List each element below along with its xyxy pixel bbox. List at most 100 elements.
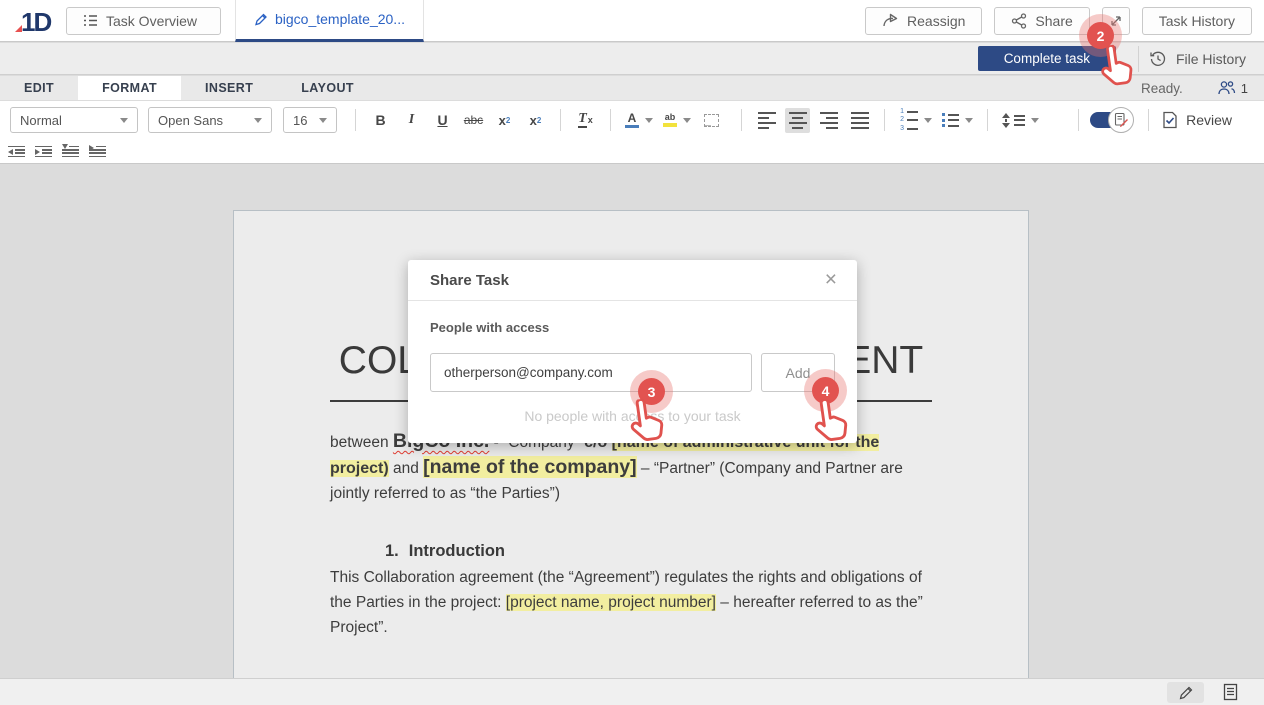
increase-indent-button[interactable] bbox=[35, 145, 54, 159]
align-left-button[interactable] bbox=[754, 108, 779, 133]
divider bbox=[1138, 46, 1139, 72]
align-center-icon bbox=[789, 112, 807, 129]
highlight-icon: ab bbox=[663, 113, 677, 127]
share-nodes-icon bbox=[1011, 13, 1027, 29]
align-right-icon bbox=[820, 112, 838, 129]
font-size-select[interactable]: 16 bbox=[283, 107, 337, 133]
document-tab-label: bigco_template_20... bbox=[275, 11, 405, 27]
action-bar: Complete task File History bbox=[0, 43, 1264, 75]
chevron-down-icon bbox=[924, 118, 932, 123]
task-overview-label: Task Overview bbox=[106, 13, 197, 29]
close-icon[interactable]: × bbox=[825, 270, 837, 290]
tab-insert[interactable]: INSERT bbox=[181, 76, 277, 100]
add-button[interactable]: Add bbox=[761, 353, 835, 392]
review-label: Review bbox=[1186, 112, 1232, 128]
subscript-button[interactable]: x2 bbox=[523, 108, 548, 133]
chevron-down-icon bbox=[319, 118, 327, 123]
task-overview-button[interactable]: Task Overview bbox=[66, 7, 221, 35]
superscript-exp: 2 bbox=[506, 116, 510, 125]
paragraph-style-select[interactable]: Normal bbox=[10, 107, 138, 133]
user-count: 1 bbox=[1217, 80, 1248, 96]
align-center-button[interactable] bbox=[785, 108, 810, 133]
review-button[interactable]: Review bbox=[1162, 111, 1232, 129]
underline-button[interactable]: U bbox=[430, 108, 455, 133]
history-clock-icon bbox=[1149, 50, 1167, 68]
font-size-value: 16 bbox=[293, 113, 307, 128]
first-line-indent-button[interactable] bbox=[89, 145, 108, 159]
align-left-icon bbox=[758, 112, 776, 129]
subscript-idx: 2 bbox=[537, 116, 541, 125]
svg-text:1D: 1D bbox=[21, 7, 51, 37]
share-email-input[interactable] bbox=[430, 353, 752, 392]
pencil-icon bbox=[1178, 685, 1194, 701]
bold-button[interactable]: B bbox=[368, 108, 393, 133]
text-segment: [project name, project number] bbox=[506, 594, 716, 611]
empty-access-message: No people with access to your task bbox=[408, 408, 857, 424]
file-history-label: File History bbox=[1176, 51, 1246, 67]
task-list-icon bbox=[83, 14, 98, 27]
font-color-button[interactable]: A bbox=[623, 108, 655, 133]
justify-icon bbox=[851, 112, 869, 129]
chevron-down-icon bbox=[645, 118, 653, 123]
subscript-base: x bbox=[530, 113, 537, 128]
chevron-down-icon bbox=[1031, 118, 1039, 123]
share-label: Share bbox=[1035, 13, 1072, 29]
edit-document-icon bbox=[1108, 107, 1134, 133]
clear-formatting-t: T bbox=[578, 112, 587, 128]
chevron-down-icon bbox=[683, 118, 691, 123]
numbered-list-button[interactable]: 1 2 3 bbox=[897, 108, 934, 133]
complete-task-button[interactable]: Complete task bbox=[978, 46, 1116, 71]
status-text: Ready. bbox=[1141, 81, 1183, 96]
section-heading: 1.Introduction bbox=[330, 542, 932, 561]
file-history-button[interactable]: File History bbox=[1149, 50, 1246, 68]
formatting-toolbar: Normal Open Sans 16 B I U abc x2 x2 T x bbox=[0, 101, 1264, 164]
superscript-base: x bbox=[499, 113, 506, 128]
clear-formatting-x: x bbox=[588, 115, 593, 125]
task-history-label: Task History bbox=[1159, 13, 1235, 29]
track-changes-toggle[interactable] bbox=[1090, 112, 1126, 128]
edit-mode-button[interactable] bbox=[1167, 682, 1204, 703]
heading-text: Introduction bbox=[409, 542, 505, 560]
top-bar: 1D Task Overview bigco_template_20... bbox=[0, 0, 1264, 42]
pencil-icon bbox=[254, 12, 268, 26]
collapse-button[interactable] bbox=[1102, 7, 1130, 35]
hanging-indent-button[interactable] bbox=[62, 145, 81, 159]
strikethrough-button[interactable]: abc bbox=[461, 108, 486, 133]
reassign-button[interactable]: Reassign bbox=[865, 7, 982, 35]
users-icon bbox=[1217, 80, 1236, 96]
font-family-select[interactable]: Open Sans bbox=[148, 107, 272, 133]
document-tab[interactable]: bigco_template_20... bbox=[235, 0, 424, 42]
highlight-color-button[interactable]: ab bbox=[661, 108, 693, 133]
status-bar bbox=[0, 678, 1264, 705]
line-spacing-button[interactable] bbox=[1000, 108, 1041, 133]
reassign-label: Reassign bbox=[907, 13, 965, 29]
superscript-button[interactable]: x2 bbox=[492, 108, 517, 133]
chevron-down-icon bbox=[965, 118, 973, 123]
share-button[interactable]: Share bbox=[994, 7, 1089, 35]
tab-layout[interactable]: LAYOUT bbox=[277, 76, 378, 100]
italic-button[interactable]: I bbox=[399, 108, 424, 133]
numbered-list-icon: 1 2 3 bbox=[899, 109, 918, 132]
task-history-button[interactable]: Task History bbox=[1142, 7, 1252, 35]
line-spacing-icon bbox=[1002, 113, 1025, 128]
ribbon-tab-strip: EDIT FORMAT INSERT LAYOUT Ready. 1 bbox=[0, 76, 1264, 101]
justify-button[interactable] bbox=[847, 108, 872, 133]
text-segment: between bbox=[330, 434, 393, 451]
app-logo: 1D bbox=[12, 5, 52, 37]
bullet-list-button[interactable] bbox=[940, 108, 975, 133]
reassign-arrow-icon bbox=[882, 13, 899, 28]
tab-edit[interactable]: EDIT bbox=[0, 76, 78, 100]
review-check-icon bbox=[1162, 111, 1178, 129]
document-icon bbox=[1223, 683, 1238, 701]
align-right-button[interactable] bbox=[816, 108, 841, 133]
borders-button[interactable] bbox=[699, 108, 724, 133]
clear-formatting-button[interactable]: T x bbox=[573, 108, 598, 133]
font-family-value: Open Sans bbox=[158, 113, 223, 128]
document-view-button[interactable] bbox=[1223, 683, 1238, 701]
tab-format[interactable]: FORMAT bbox=[78, 76, 181, 100]
paragraph-style-value: Normal bbox=[20, 113, 62, 128]
people-with-access-label: People with access bbox=[430, 320, 835, 335]
chevron-down-icon bbox=[254, 118, 262, 123]
decrease-indent-button[interactable] bbox=[8, 145, 27, 159]
chevron-down-icon bbox=[120, 118, 128, 123]
